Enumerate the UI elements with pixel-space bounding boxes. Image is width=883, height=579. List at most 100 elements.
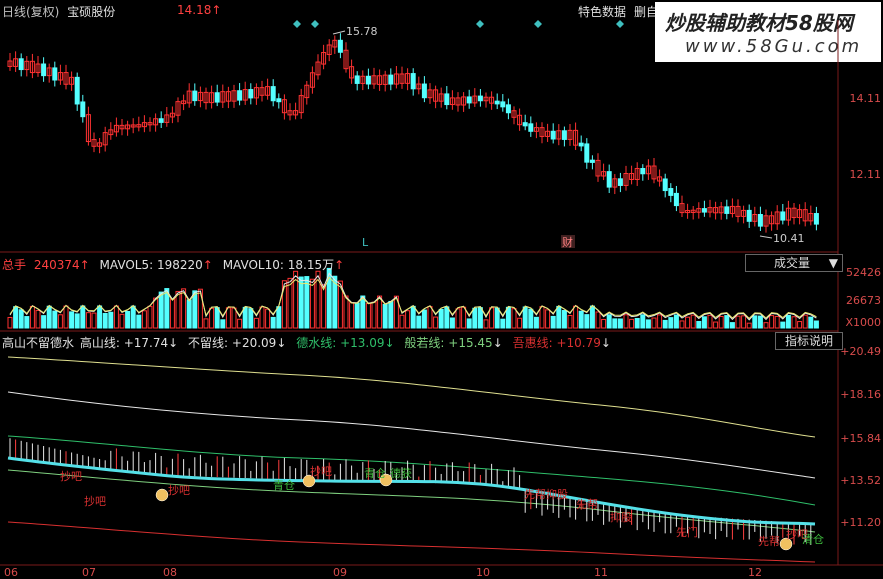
volume-bar	[108, 311, 114, 329]
candle	[337, 33, 343, 59]
volume-bar	[601, 318, 607, 329]
volume-bar	[763, 322, 769, 329]
volume-bar	[651, 317, 657, 329]
down-arrow-icon: ↓	[492, 336, 503, 350]
candle	[175, 97, 181, 123]
indicator-item-label: 高山线:	[79, 336, 120, 350]
candle	[433, 85, 439, 109]
price-tick: 14.11	[849, 92, 882, 105]
volume-bar	[505, 306, 511, 329]
volume-bars	[7, 267, 819, 329]
volume-bar	[785, 314, 791, 329]
signal-dot	[155, 488, 169, 502]
volume-bar	[214, 307, 220, 329]
mavol10-value: 18.15万	[287, 258, 335, 272]
candle	[584, 138, 590, 169]
candle	[29, 53, 35, 79]
indicator-tick: +15.84	[840, 432, 881, 445]
candle	[662, 173, 668, 198]
volume-bar	[724, 315, 730, 329]
candle	[539, 122, 545, 144]
volume-bar	[354, 302, 360, 329]
candle	[181, 94, 187, 111]
candle	[634, 162, 640, 186]
candle	[673, 185, 679, 212]
volume-bar	[175, 290, 181, 329]
candle	[164, 106, 170, 127]
volume-bar	[248, 308, 254, 329]
mavol5-label: MAVOL5:	[99, 258, 154, 272]
volume-bar	[690, 314, 696, 329]
candle	[309, 66, 315, 94]
signal-label: 清仓	[802, 532, 824, 546]
candle	[500, 94, 506, 112]
signal-label: 先门	[676, 525, 698, 539]
candle	[248, 83, 254, 105]
diamond-icon	[311, 20, 319, 28]
volume-bar	[388, 300, 394, 329]
chart-canvas[interactable]: 15.78 10.41 L 财 抄吧 抄吧 抄吧 青仓 抄吧 青仓 德获 先帮抑…	[0, 0, 883, 578]
candle	[125, 120, 131, 136]
candle	[685, 203, 691, 219]
candle	[253, 83, 259, 105]
volume-bar	[349, 302, 355, 329]
up-arrow-icon: ↑	[202, 258, 213, 272]
signal-label: 抄吧	[168, 483, 190, 497]
volume-bar	[500, 318, 506, 329]
candle	[595, 153, 601, 182]
candle	[80, 94, 86, 123]
candle	[57, 64, 63, 85]
candle	[85, 106, 91, 146]
volume-bar	[791, 316, 797, 329]
indicator-help-button[interactable]: 指标说明	[775, 332, 843, 350]
date-tick: 07	[82, 566, 96, 579]
candle	[466, 89, 472, 109]
volume-bar	[220, 319, 226, 329]
candle	[550, 123, 556, 144]
volume-bar	[63, 305, 69, 329]
candle	[130, 118, 136, 134]
volume-tick: X1000	[845, 316, 881, 329]
volume-bar	[802, 314, 808, 329]
volume-bar	[668, 317, 674, 329]
indicator-tick: +20.49	[840, 345, 881, 358]
candle	[774, 205, 780, 230]
candle	[24, 56, 30, 77]
indicator-selector[interactable]: 成交量 ▼	[745, 254, 843, 272]
volume-bar	[780, 321, 786, 329]
candle	[349, 59, 355, 84]
indicator-item-value: +15.45	[448, 336, 493, 350]
candle	[578, 135, 584, 152]
volume-bar	[158, 291, 164, 329]
candle	[444, 86, 450, 110]
candle	[35, 56, 41, 77]
candle	[746, 204, 752, 228]
volume-bar	[225, 307, 231, 329]
candle	[556, 124, 562, 146]
volume-bar	[113, 305, 119, 329]
candle	[410, 68, 416, 96]
volume-bar	[545, 309, 551, 329]
volume-bar	[287, 277, 293, 329]
indicator-header: 高山不留德水 高山线: +17.74↓ 不留线: +20.09↓ 德水线: +1…	[2, 334, 611, 351]
candle	[421, 76, 427, 103]
candle	[405, 68, 411, 91]
candle	[382, 70, 388, 92]
volume-bar	[550, 315, 556, 329]
candle	[757, 206, 763, 231]
volume-bar	[265, 308, 271, 329]
candle	[701, 200, 707, 217]
candle	[91, 132, 97, 153]
date-tick: 10	[476, 566, 490, 579]
candle	[780, 203, 786, 225]
signal-label: 抄吧	[84, 494, 106, 508]
candle	[203, 87, 209, 110]
candle	[612, 174, 618, 195]
candle	[606, 164, 612, 194]
volume-bar	[231, 307, 237, 329]
price-tick: 12.11	[849, 168, 882, 181]
candle	[416, 76, 422, 95]
volume-bar	[539, 306, 545, 329]
candle	[388, 68, 394, 91]
candle	[668, 183, 674, 203]
